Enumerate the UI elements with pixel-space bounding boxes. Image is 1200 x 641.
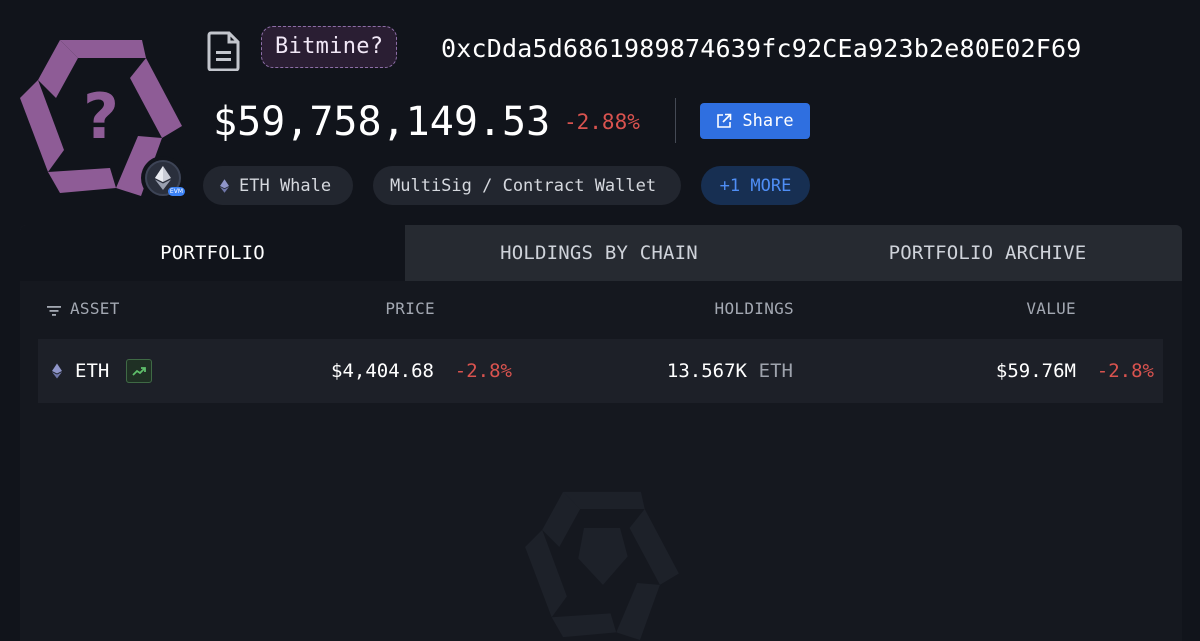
- ethereum-icon: [220, 178, 229, 193]
- wallet-address[interactable]: 0xcDda5d6861989874639fc92CEa923b2e80E02F…: [441, 30, 1082, 68]
- tab-portfolio-archive[interactable]: PORTFOLIO ARCHIVE: [793, 225, 1182, 281]
- price-change: -2.8%: [454, 360, 512, 382]
- portfolio-panel: PORTFOLIO HOLDINGS BY CHAIN PORTFOLIO AR…: [20, 225, 1182, 641]
- tag-label: MultiSig / Contract Wallet: [390, 175, 657, 196]
- tab-bar: PORTFOLIO HOLDINGS BY CHAIN PORTFOLIO AR…: [20, 225, 1182, 281]
- value-change: -2.8%: [1096, 360, 1154, 382]
- asset-value: $59.76M: [995, 360, 1076, 382]
- sort-icon[interactable]: [47, 305, 61, 317]
- watermark-logo-icon: [525, 491, 679, 640]
- divider: [675, 98, 676, 143]
- tag-eth-whale[interactable]: ETH Whale: [203, 166, 353, 205]
- external-link-icon: [717, 113, 732, 128]
- entity-name-tag[interactable]: Bitmine?: [261, 26, 398, 68]
- column-header-asset[interactable]: ASSET: [70, 299, 120, 318]
- ethereum-icon: [52, 363, 62, 379]
- tag-more-button[interactable]: +1 MORE: [701, 166, 810, 205]
- tag-multisig[interactable]: MultiSig / Contract Wallet: [373, 166, 681, 205]
- tab-holdings-by-chain[interactable]: HOLDINGS BY CHAIN: [405, 225, 793, 281]
- table-row[interactable]: ETH $4,404.68 -2.8% 13.567K ETH $59.76M …: [38, 339, 1163, 403]
- chain-badge: EVM: [141, 156, 185, 200]
- svg-text:?: ?: [83, 80, 119, 153]
- balance-change: -2.88%: [564, 110, 640, 134]
- trending-up-icon: [126, 359, 152, 383]
- column-header-holdings[interactable]: HOLDINGS: [715, 299, 794, 318]
- document-icon[interactable]: [207, 31, 241, 71]
- holdings-unit: ETH: [758, 360, 793, 382]
- asset-price: $4,404.68: [331, 360, 434, 382]
- column-header-price[interactable]: PRICE: [385, 299, 435, 318]
- tab-portfolio[interactable]: PORTFOLIO: [20, 225, 405, 281]
- entity-page: ? EVM Bitmine? 0xcDda5d6861989874639fc92…: [0, 0, 1200, 641]
- share-button[interactable]: Share: [700, 103, 810, 139]
- column-header-value[interactable]: VALUE: [1026, 299, 1076, 318]
- share-label: Share: [742, 111, 794, 131]
- evm-label: EVM: [167, 187, 185, 196]
- total-balance: $59,758,149.53: [213, 99, 551, 145]
- asset-symbol: ETH: [75, 360, 110, 382]
- ethereum-icon: [155, 166, 171, 190]
- tag-label: +1 MORE: [719, 175, 792, 196]
- tag-label: ETH Whale: [239, 175, 332, 196]
- holdings-amount: 13.567K: [666, 360, 747, 382]
